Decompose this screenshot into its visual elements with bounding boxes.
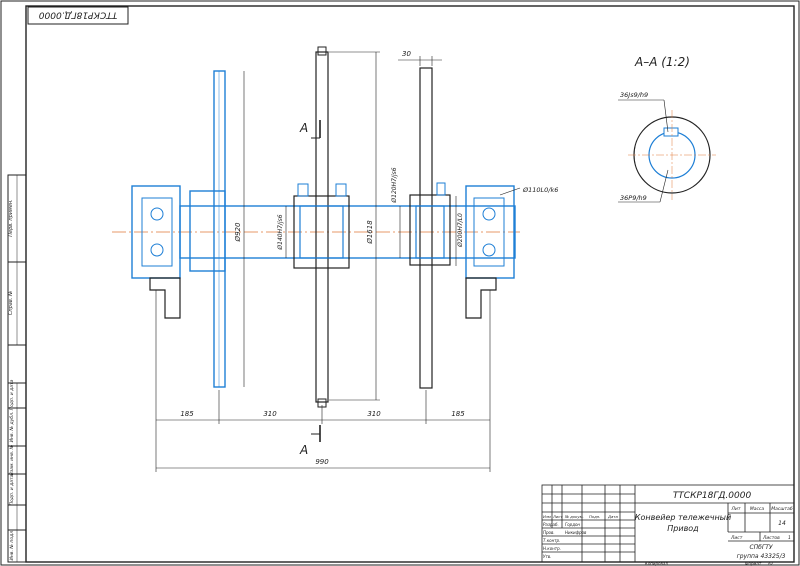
tb-tkontr: Т.контр. [543,538,560,543]
cut-mark-bottom: А [299,425,321,457]
tb-col-izm: Изм [543,514,551,519]
tb-razrab: Разраб. [543,522,559,527]
dim-185-left: 185 [180,410,194,418]
dim-30: 30 [402,50,411,58]
inner-frame [25,5,795,563]
section-title: А–А (1:2) [634,55,690,69]
tb-col-doc: № докум. [564,514,584,519]
tb-h-lit: Лит [731,506,741,512]
engineering-drawing: ТТСКР18ГД.0000 Перв. примен. Справ. № По… [0,0,800,566]
tb-utv: Утв. [543,554,551,559]
tb-col-list: Лист [552,514,563,519]
dim-990: 990 [315,458,329,466]
tb-prov: Пров. [543,530,555,535]
tb-nkontr: Н.контр. [543,546,561,551]
tb-sheet: Лист [730,535,743,541]
section-view [618,99,716,203]
side-field-6: Подп. и дата [9,474,15,505]
tb-format: Формат [745,561,762,566]
side-field-1: Перв. примен. [8,199,14,237]
side-field-3: Подп. и дата [9,379,15,410]
dim-1618: Ø1618 [366,220,374,245]
dim-140: Ø140H7/js6 [277,214,284,250]
tb-prov-name: Никифров [565,530,587,535]
tb-org-1: СПбГТУ [749,544,772,551]
side-field-2: Справ. № [8,291,14,315]
dim-310-right: 310 [367,410,381,418]
dim-110: Ø110L0/k6 [522,186,558,194]
top-stamp-code: ТТСКР18ГД.0000 [39,10,118,20]
tb-col-podp: Подп. [589,514,601,519]
tb-name-2: Привод [667,524,699,533]
tb-h-mass: Масса [750,506,765,512]
tb-copy: Копировал [645,561,668,566]
tb-col-date: Дата [607,514,619,519]
dim-185-right: 185 [451,410,465,418]
side-field-7: Инв. № подл. [9,529,15,560]
tb-name-1: Конвейер тележечный [635,513,731,522]
dim-120: Ø120H7/js6 [391,167,398,203]
svg-text:А: А [299,443,308,457]
tb-razrab-name: Гордон [565,522,580,527]
tb-sheets-n: 1 [788,535,791,541]
tb-scale: 14 [778,520,786,527]
cut-mark-top: А [299,120,321,139]
svg-text:А: А [299,121,308,135]
tb-org-2: группа 43325/3 [737,553,786,560]
tb-format-v: А2 [767,561,774,566]
fit-top: 36Js9/h9 [620,91,648,99]
side-field-5: Взам. инв. № [9,444,15,475]
dim-920: Ø920 [234,222,242,242]
fit-bottom: 36P9/h9 [620,194,647,202]
main-shaft [179,190,516,272]
outer-frame [0,0,800,566]
right-sprocket [409,67,451,389]
dim-310-left: 310 [263,410,277,418]
left-disc [213,70,226,388]
tb-code: ТТСКР18ГД.0000 [673,491,752,501]
side-field-4: Инв. № дубл. [9,412,15,443]
middle-sprocket [293,46,350,408]
tb-sheets: Листов [762,535,780,541]
dim-200: Ø200H7/L0 [457,213,464,248]
tb-h-scale: Масштаб [771,506,793,512]
side-strip: Перв. примен. Справ. № Подп. и дата Инв.… [7,174,27,563]
